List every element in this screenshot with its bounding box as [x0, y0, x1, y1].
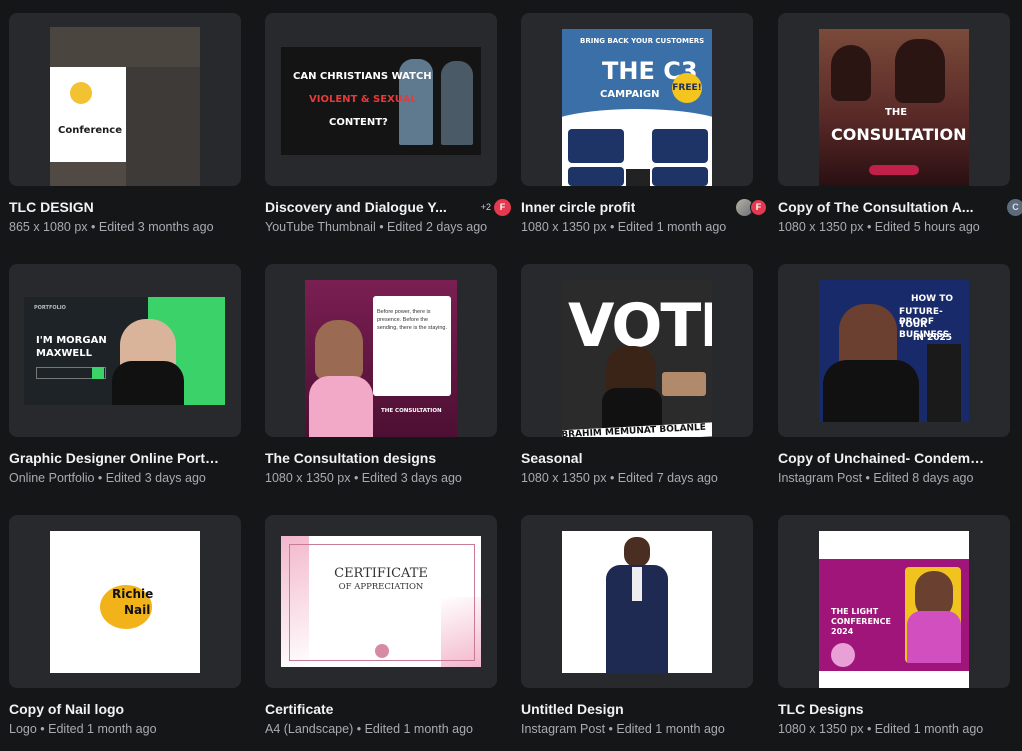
thumb-line-1: CERTIFICATE	[334, 566, 428, 581]
collaborator-count: +2	[480, 202, 491, 212]
thumb-line-3: PORTFOLIO	[34, 305, 66, 311]
tlc-designs-preview: THE LIGHT CONFERENCE 2024	[819, 531, 969, 688]
design-meta: 1080 x 1350 px • Edited 3 days ago	[265, 471, 462, 485]
portfolio-preview: PORTFOLIO I'M MORGAN MAXWELL	[24, 297, 225, 405]
design-title[interactable]: Untitled Design	[521, 701, 624, 717]
collaborators[interactable]: C	[1007, 198, 1022, 216]
design-title[interactable]: Inner circle profit	[521, 199, 635, 215]
design-card[interactable]: CERTIFICATE OF APPRECIATION Certificate …	[265, 515, 497, 736]
collaborators[interactable]: F	[736, 198, 767, 216]
design-meta: YouTube Thumbnail • Edited 2 days ago	[265, 220, 488, 234]
thumb-line-1: I'M MORGAN	[36, 335, 107, 346]
design-meta: Online Portfolio • Edited 3 days ago	[9, 471, 206, 485]
design-meta: Instagram Post • Edited 1 month ago	[521, 722, 725, 736]
design-meta: 1080 x 1350 px • Edited 1 month ago	[521, 220, 727, 234]
consultation-preview: THE CONSULTATION	[819, 29, 969, 186]
thumb-line-1: THE LIGHT	[831, 607, 879, 616]
thumb-line-4: IN 2025	[913, 333, 953, 343]
design-thumbnail[interactable]: THE CONSULTATION	[778, 13, 1010, 186]
thumb-line-3: 2024	[831, 627, 854, 636]
design-card[interactable]: Richie Nail Copy of Nail logo Logo • Edi…	[9, 515, 241, 736]
design-meta: Logo • Edited 1 month ago	[9, 722, 157, 736]
designs-grid: Conference TLC DESIGN 865 x 1080 px • Ed…	[0, 0, 1022, 751]
thumb-line-2: VIOLENT & SEXUAL	[309, 94, 417, 105]
avatar: F	[494, 198, 511, 216]
design-card[interactable]: CAN CHRISTIANS WATCH VIOLENT & SEXUAL CO…	[265, 13, 511, 234]
thumb-line-2: Nail	[124, 603, 151, 617]
thumb-line-2: CONFERENCE	[831, 617, 891, 626]
thumb-line-3: CAMPAIGN	[600, 89, 660, 100]
thumb-line-2: CONSULTATION	[831, 125, 967, 144]
youtube-thumb-preview: CAN CHRISTIANS WATCH VIOLENT & SEXUAL CO…	[281, 47, 481, 155]
design-title[interactable]: Certificate	[265, 701, 333, 717]
free-badge: FREE!	[672, 73, 702, 103]
design-thumbnail[interactable]: CAN CHRISTIANS WATCH VIOLENT & SEXUAL CO…	[265, 13, 497, 186]
design-thumbnail[interactable]: BRING BACK YOUR CUSTOMERS THE C3 CAMPAIG…	[521, 13, 753, 186]
thumb-line-1: BRING BACK YOUR CUSTOMERS	[580, 37, 705, 45]
design-meta: 865 x 1080 px • Edited 3 months ago	[9, 220, 214, 234]
design-card[interactable]: HOW TO FUTURE-PROOF YOUR BUSINESS IN 202…	[778, 264, 1010, 485]
thumb-quote: Before power, there is presence. Before …	[377, 309, 448, 331]
design-meta: Instagram Post • Edited 8 days ago	[778, 471, 974, 485]
thumb-line-2: MAXWELL	[36, 348, 93, 359]
certificate-preview: CERTIFICATE OF APPRECIATION	[281, 536, 481, 667]
vote-preview: VOTE IBRAHIM MEMUNAT BOLANLE	[562, 280, 712, 437]
design-meta: A4 (Landscape) • Edited 1 month ago	[265, 722, 473, 736]
design-card[interactable]: Conference TLC DESIGN 865 x 1080 px • Ed…	[9, 13, 241, 234]
design-thumbnail[interactable]: CERTIFICATE OF APPRECIATION	[265, 515, 497, 688]
design-thumbnail[interactable]: PORTFOLIO I'M MORGAN MAXWELL	[9, 264, 241, 437]
design-card[interactable]: PORTFOLIO I'M MORGAN MAXWELL Graphic Des…	[9, 264, 241, 485]
design-card[interactable]: THE CONSULTATION Copy of The Consultatio…	[778, 13, 1022, 234]
design-title[interactable]: Copy of The Consultation A...	[778, 199, 973, 215]
thumb-line-1: Richie	[112, 587, 154, 601]
design-card[interactable]: Before power, there is presence. Before …	[265, 264, 497, 485]
design-title[interactable]: Copy of Nail logo	[9, 701, 124, 717]
bulb-icon	[70, 82, 92, 104]
design-title[interactable]: Copy of Unchained- Condemn...	[778, 450, 990, 466]
design-thumbnail[interactable]: Richie Nail	[9, 515, 241, 688]
design-thumbnail[interactable]: HOW TO FUTURE-PROOF YOUR BUSINESS IN 202…	[778, 264, 1010, 437]
design-title[interactable]: The Consultation designs	[265, 450, 436, 466]
design-title[interactable]: Graphic Designer Online Portfo...	[9, 450, 221, 466]
design-card[interactable]: Untitled Design Instagram Post • Edited …	[521, 515, 753, 736]
design-thumbnail[interactable]: VOTE IBRAHIM MEMUNAT BOLANLE	[521, 264, 753, 437]
design-title[interactable]: Discovery and Dialogue Y...	[265, 199, 447, 215]
thumb-text: Conference	[58, 125, 123, 136]
collaborators[interactable]: +2 F	[480, 198, 511, 216]
design-title[interactable]: TLC DESIGN	[9, 199, 94, 215]
design-thumbnail[interactable]: Conference	[9, 13, 241, 186]
thumb-line-2: OF APPRECIATION	[338, 582, 424, 592]
nail-logo-preview: Richie Nail	[50, 531, 200, 673]
design-title[interactable]: TLC Designs	[778, 701, 864, 717]
thumb-line-1: HOW TO	[911, 294, 954, 304]
untitled-preview	[562, 531, 712, 673]
tlc-design-preview: Conference	[50, 27, 200, 186]
thumb-line-1: THE	[885, 107, 908, 118]
design-meta: 1080 x 1350 px • Edited 7 days ago	[521, 471, 718, 485]
thumb-line-3: CONTENT?	[329, 117, 388, 128]
c3-campaign-preview: BRING BACK YOUR CUSTOMERS THE C3 CAMPAIG…	[562, 29, 712, 186]
future-proof-preview: HOW TO FUTURE-PROOF YOUR BUSINESS IN 202…	[819, 280, 969, 422]
thumb-line-1: CAN CHRISTIANS WATCH	[293, 71, 432, 82]
design-meta: 1080 x 1350 px • Edited 1 month ago	[778, 722, 984, 736]
avatar: F	[750, 198, 767, 216]
design-thumbnail[interactable]: THE LIGHT CONFERENCE 2024	[778, 515, 1010, 688]
design-thumbnail[interactable]: Before power, there is presence. Before …	[265, 264, 497, 437]
design-meta: 1080 x 1350 px • Edited 5 hours ago	[778, 220, 980, 234]
design-card[interactable]: VOTE IBRAHIM MEMUNAT BOLANLE Seasonal 10…	[521, 264, 753, 485]
design-card[interactable]: THE LIGHT CONFERENCE 2024 TLC Designs 10…	[778, 515, 1010, 736]
avatar: C	[1007, 198, 1022, 216]
design-card[interactable]: BRING BACK YOUR CUSTOMERS THE C3 CAMPAIG…	[521, 13, 767, 234]
design-thumbnail[interactable]	[521, 515, 753, 688]
consultation-designs-preview: Before power, there is presence. Before …	[305, 280, 457, 437]
thumb-caption: THE CONSULTATION	[381, 408, 442, 414]
design-title[interactable]: Seasonal	[521, 450, 582, 466]
